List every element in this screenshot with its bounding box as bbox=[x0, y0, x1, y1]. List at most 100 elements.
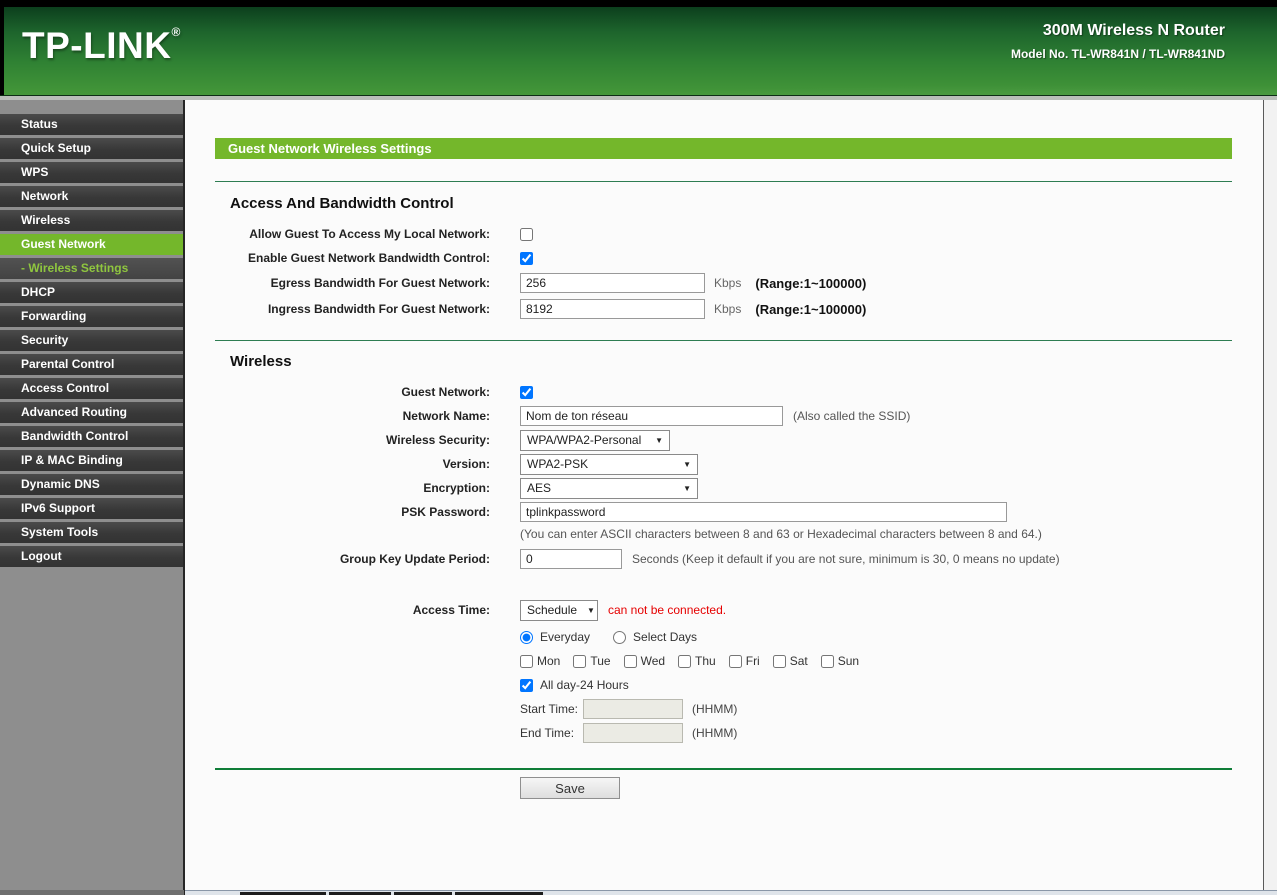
ingress-bandwidth-input[interactable] bbox=[520, 299, 705, 319]
version-label: Version: bbox=[215, 457, 490, 471]
chevron-down-icon: ▼ bbox=[587, 606, 595, 615]
encryption-value: AES bbox=[527, 481, 551, 495]
guest-network-checkbox[interactable] bbox=[520, 386, 533, 399]
wireless-security-select[interactable]: WPA/WPA2-Personal ▼ bbox=[520, 430, 670, 451]
version-select[interactable]: WPA2-PSK ▼ bbox=[520, 454, 698, 475]
access-time-row: Access Time: Schedule ▼ can not be conne… bbox=[215, 598, 1232, 622]
group-key-note: Seconds (Keep it default if you are not … bbox=[632, 552, 1060, 566]
egress-range-note: (Range:1~100000) bbox=[755, 276, 866, 291]
all-day-checkbox[interactable] bbox=[520, 679, 533, 692]
day-wed[interactable]: Wed bbox=[624, 654, 665, 668]
day-fri-label: Fri bbox=[746, 654, 760, 668]
sidebar-item-wps[interactable]: WPS bbox=[0, 162, 183, 183]
day-fri[interactable]: Fri bbox=[729, 654, 760, 668]
product-name: 300M Wireless N Router bbox=[1011, 22, 1225, 40]
sidebar-item-access-control[interactable]: Access Control bbox=[0, 378, 183, 399]
network-name-row: Network Name: (Also called the SSID) bbox=[215, 404, 1232, 428]
encryption-row: Encryption: AES ▼ bbox=[215, 476, 1232, 500]
day-sun-label: Sun bbox=[838, 654, 859, 668]
group-key-input[interactable] bbox=[520, 549, 622, 569]
enable-bandwidth-row: Enable Guest Network Bandwidth Control: bbox=[215, 246, 1232, 270]
save-button[interactable]: Save bbox=[520, 777, 620, 799]
all-day-label: All day-24 Hours bbox=[540, 678, 629, 692]
day-tue[interactable]: Tue bbox=[573, 654, 610, 668]
save-divider bbox=[215, 768, 1232, 770]
day-sun[interactable]: Sun bbox=[821, 654, 859, 668]
chevron-down-icon: ▼ bbox=[683, 460, 691, 469]
end-time-input[interactable] bbox=[583, 723, 683, 743]
sidebar-item-security[interactable]: Security bbox=[0, 330, 183, 351]
wireless-section-heading: Wireless bbox=[230, 353, 1232, 370]
days-row: Mon Tue Wed Thu Fri Sat Sun bbox=[215, 649, 1232, 673]
sidebar-item-logout[interactable]: Logout bbox=[0, 546, 183, 567]
sidebar-item-ip-mac-binding[interactable]: IP & MAC Binding bbox=[0, 450, 183, 471]
start-time-row: Start Time: (HHMM) bbox=[215, 697, 1232, 721]
encryption-label: Encryption: bbox=[215, 481, 490, 495]
section-divider bbox=[215, 340, 1232, 341]
day-thu-label: Thu bbox=[695, 654, 716, 668]
sidebar-item-guest-wireless-settings[interactable]: - Wireless Settings bbox=[0, 258, 183, 279]
psk-password-input[interactable] bbox=[520, 502, 1007, 522]
sidebar-item-wireless[interactable]: Wireless bbox=[0, 210, 183, 231]
sidebar-item-status[interactable]: Status bbox=[0, 114, 183, 135]
day-fri-checkbox[interactable] bbox=[729, 655, 742, 668]
vertical-scrollbar[interactable] bbox=[1263, 100, 1277, 895]
egress-bandwidth-input[interactable] bbox=[520, 273, 705, 293]
sidebar-item-system-tools[interactable]: System Tools bbox=[0, 522, 183, 543]
bottom-strip-sidebar-segment bbox=[0, 890, 185, 895]
psk-password-row: PSK Password: bbox=[215, 500, 1232, 524]
all-day-row: All day-24 Hours bbox=[215, 673, 1232, 697]
sidebar-item-dhcp[interactable]: DHCP bbox=[0, 282, 183, 303]
day-mon-label: Mon bbox=[537, 654, 560, 668]
access-time-value: Schedule bbox=[527, 603, 577, 617]
chevron-down-icon: ▼ bbox=[655, 436, 663, 445]
encryption-select[interactable]: AES ▼ bbox=[520, 478, 698, 499]
select-days-radio[interactable] bbox=[613, 631, 626, 644]
enable-bandwidth-label: Enable Guest Network Bandwidth Control: bbox=[215, 251, 490, 265]
model-number: Model No. TL-WR841N / TL-WR841ND bbox=[1011, 47, 1225, 61]
day-sat[interactable]: Sat bbox=[773, 654, 808, 668]
sidebar-item-guest-network[interactable]: Guest Network bbox=[0, 234, 183, 255]
start-hhmm-note: (HHMM) bbox=[692, 702, 737, 716]
sidebar-item-network[interactable]: Network bbox=[0, 186, 183, 207]
sidebar-item-advanced-routing[interactable]: Advanced Routing bbox=[0, 402, 183, 423]
enable-bandwidth-checkbox[interactable] bbox=[520, 252, 533, 265]
day-mon[interactable]: Mon bbox=[520, 654, 560, 668]
sidebar-item-dynamic-dns[interactable]: Dynamic DNS bbox=[0, 474, 183, 495]
day-mon-checkbox[interactable] bbox=[520, 655, 533, 668]
everyday-option[interactable]: Everyday bbox=[520, 630, 590, 644]
egress-bandwidth-row: Egress Bandwidth For Guest Network: Kbps… bbox=[215, 270, 1232, 296]
all-day-option[interactable]: All day-24 Hours bbox=[520, 678, 629, 692]
sidebar-item-parental-control[interactable]: Parental Control bbox=[0, 354, 183, 375]
day-tue-label: Tue bbox=[590, 654, 610, 668]
egress-unit-label: Kbps bbox=[714, 276, 741, 290]
day-sat-checkbox[interactable] bbox=[773, 655, 786, 668]
everyday-radio[interactable] bbox=[520, 631, 533, 644]
guest-network-row: Guest Network: bbox=[215, 380, 1232, 404]
version-value: WPA2-PSK bbox=[527, 457, 588, 471]
day-sun-checkbox[interactable] bbox=[821, 655, 834, 668]
sidebar-item-bandwidth-control[interactable]: Bandwidth Control bbox=[0, 426, 183, 447]
day-tue-checkbox[interactable] bbox=[573, 655, 586, 668]
ingress-unit-label: Kbps bbox=[714, 302, 741, 316]
start-time-input[interactable] bbox=[583, 699, 683, 719]
wireless-security-label: Wireless Security: bbox=[215, 433, 490, 447]
sidebar-item-quick-setup[interactable]: Quick Setup bbox=[0, 138, 183, 159]
network-name-input[interactable] bbox=[520, 406, 783, 426]
top-black-strip bbox=[0, 0, 1277, 7]
ingress-bandwidth-row: Ingress Bandwidth For Guest Network: Kbp… bbox=[215, 296, 1232, 322]
sidebar-nav: Status Quick Setup WPS Network Wireless … bbox=[0, 100, 185, 895]
sidebar-item-ipv6-support[interactable]: IPv6 Support bbox=[0, 498, 183, 519]
allow-guest-checkbox[interactable] bbox=[520, 228, 533, 241]
guest-network-label: Guest Network: bbox=[215, 385, 490, 399]
day-wed-checkbox[interactable] bbox=[624, 655, 637, 668]
header-banner: TP-LINK® 300M Wireless N Router Model No… bbox=[0, 7, 1277, 95]
access-time-select[interactable]: Schedule ▼ bbox=[520, 600, 598, 621]
day-thu[interactable]: Thu bbox=[678, 654, 716, 668]
select-days-option[interactable]: Select Days bbox=[613, 630, 697, 644]
sidebar-item-forwarding[interactable]: Forwarding bbox=[0, 306, 183, 327]
end-time-row: End Time: (HHMM) bbox=[215, 721, 1232, 745]
day-thu-checkbox[interactable] bbox=[678, 655, 691, 668]
page-title: Guest Network Wireless Settings bbox=[215, 138, 1232, 159]
bottom-strip-content-segment bbox=[185, 890, 1277, 895]
